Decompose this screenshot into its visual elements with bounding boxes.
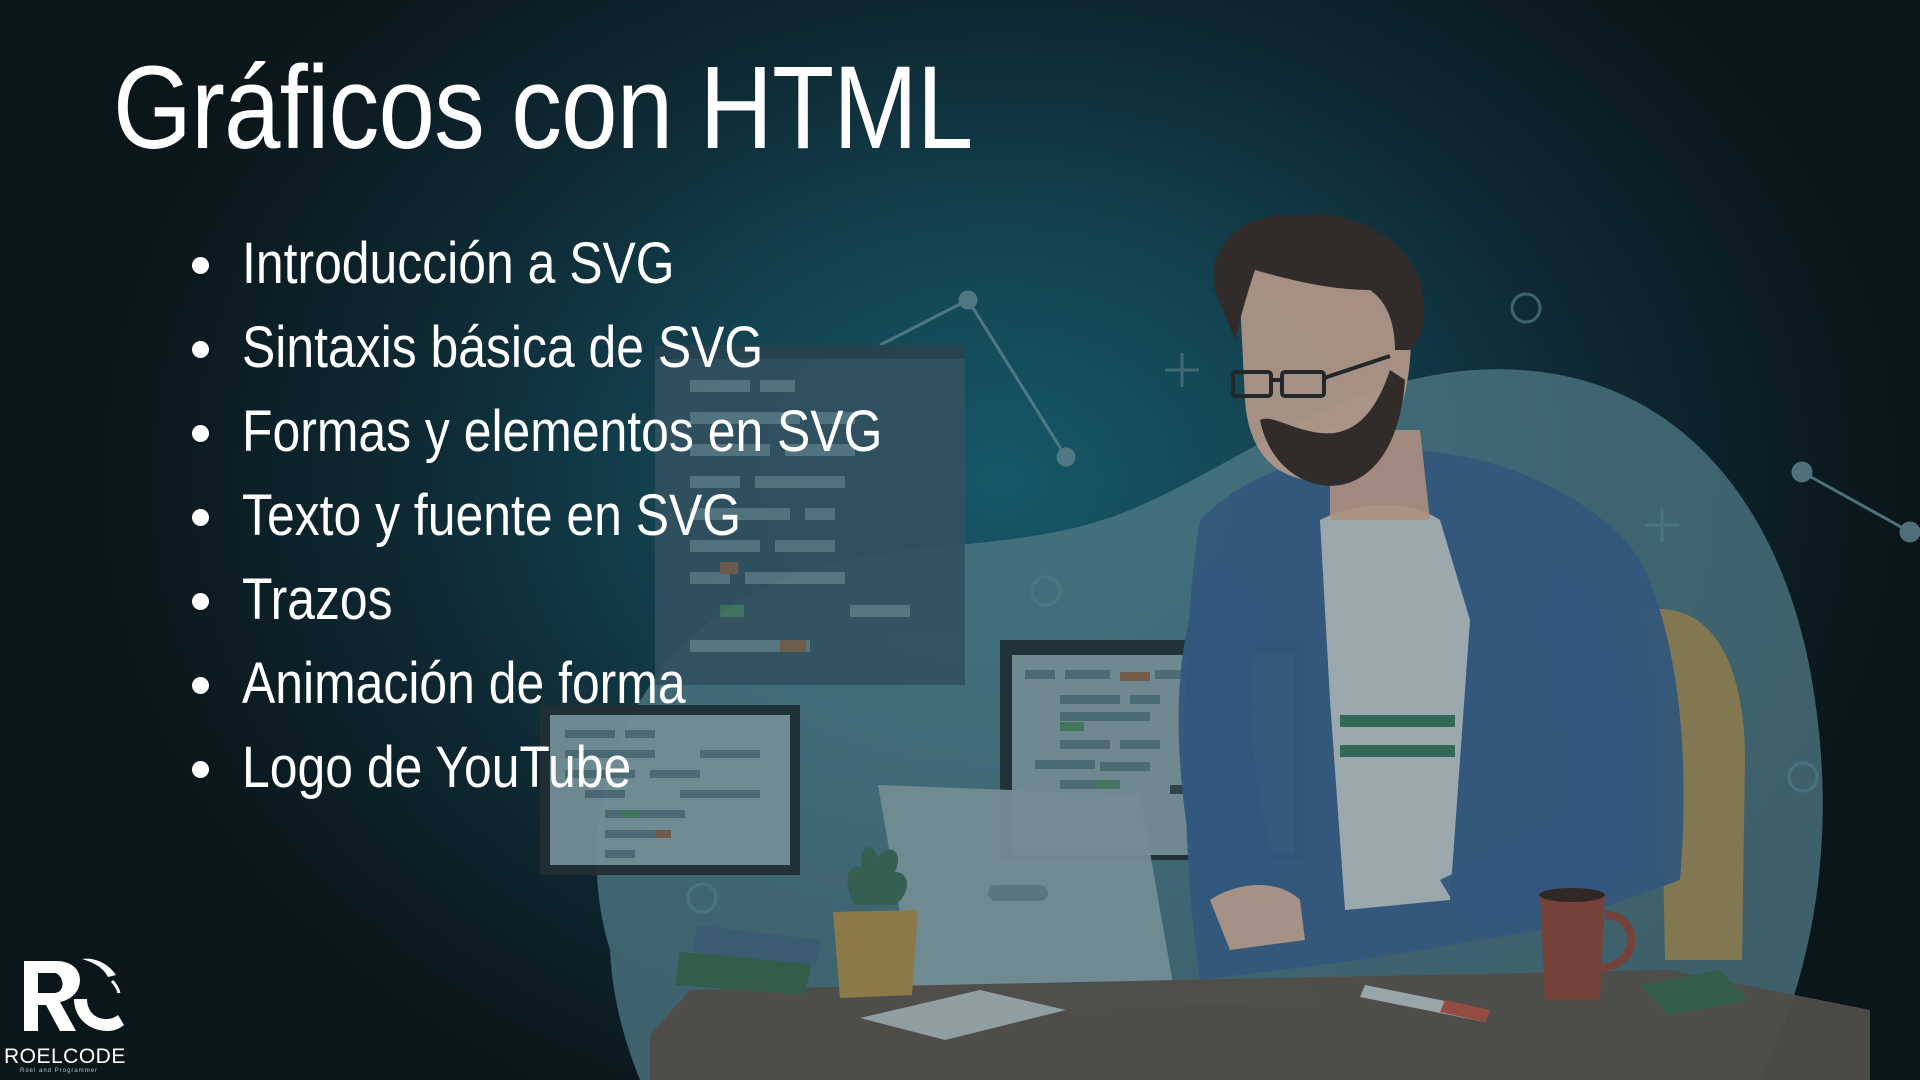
list-item: Trazos [190,558,987,642]
brand-name: ROELCODE [4,1045,126,1068]
list-item: Introducción a SVG [190,222,987,306]
list-item: Formas y elementos en SVG [190,390,987,474]
bullet-icon [192,593,209,610]
list-item: Sintaxis básica de SVG [190,306,987,390]
slide: Gráficos con HTML Introducción a SVG Sin… [0,0,1920,1080]
roelcode-logo: ROELCODE Roel and Programmer [2,955,138,1080]
bullet-icon [192,257,209,274]
bullet-icon [192,509,209,526]
bullet-icon [192,341,209,358]
list-item: Animación de forma [190,642,987,726]
bullet-icon [192,761,209,778]
list-item: Texto y fuente en SVG [190,474,987,558]
brand-tagline: Roel and Programmer [20,1068,99,1074]
list-item: Logo de YouTube [190,726,987,810]
bullet-icon [192,425,209,442]
topic-list: Introducción a SVG Sintaxis básica de SV… [190,222,987,810]
slide-title: Gráficos con HTML [113,42,973,174]
roelcode-logo-icon [24,958,124,1031]
bullet-icon [192,677,209,694]
